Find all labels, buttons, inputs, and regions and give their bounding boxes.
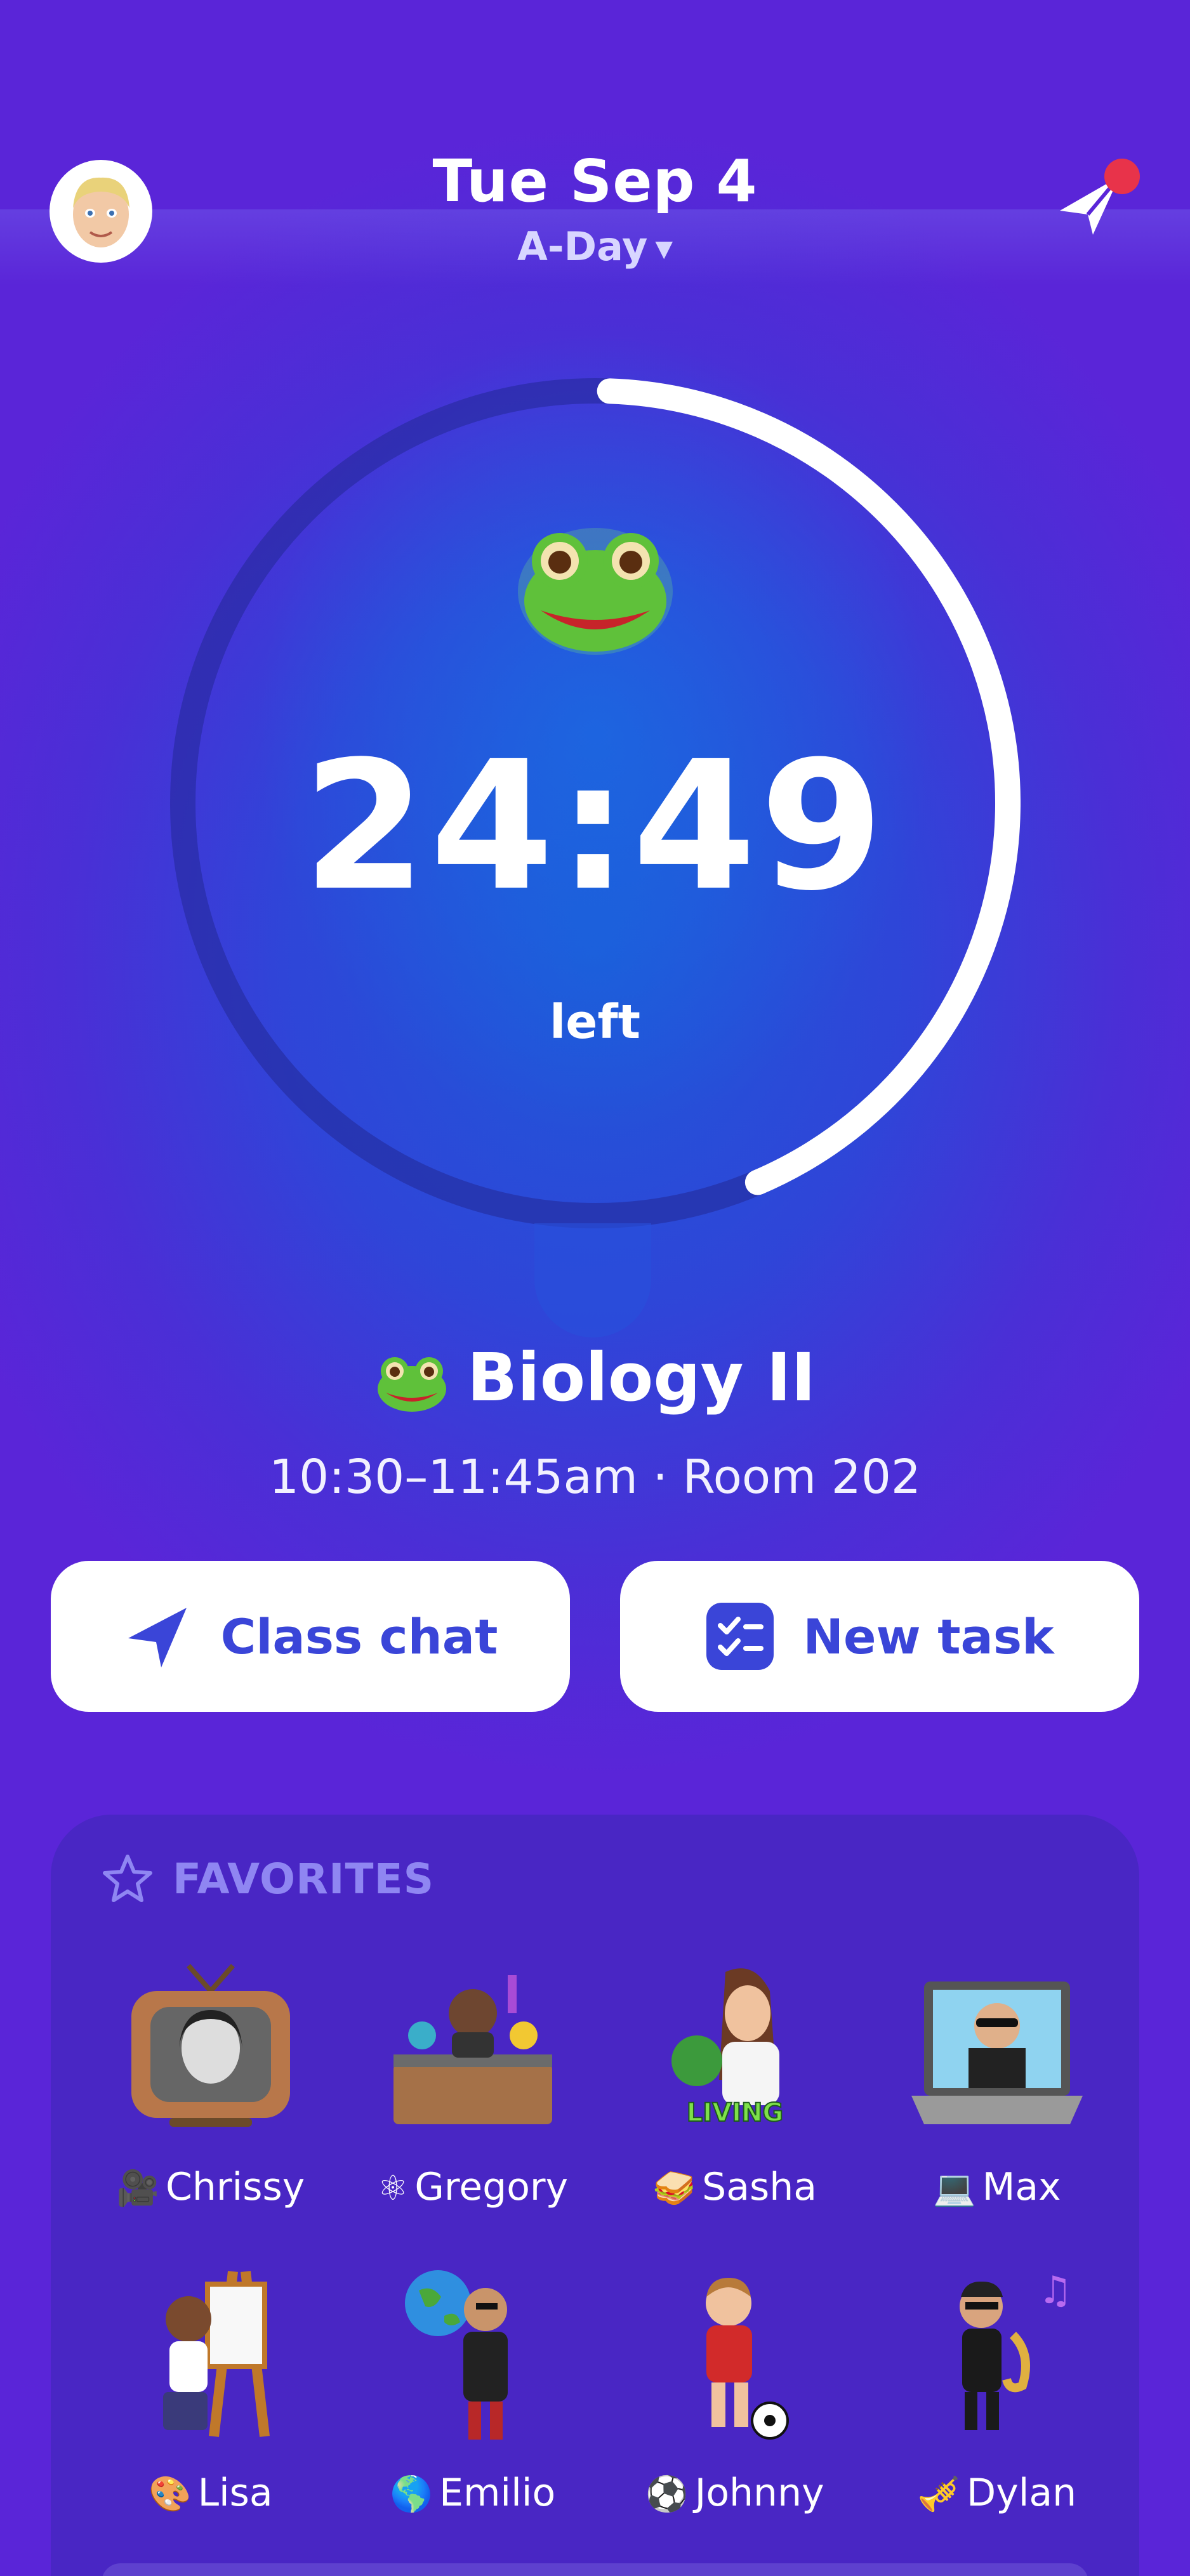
friend-name: 🎺 Dylan (917, 2471, 1077, 2515)
star-icon (103, 1855, 152, 1902)
bitmoji-lab-avatar (393, 1975, 552, 2124)
notification-dot (1104, 159, 1140, 194)
class-chat-label: Class chat (220, 1608, 498, 1665)
svg-text:♫: ♫ (1038, 2268, 1073, 2313)
friend-name: 🥪 Sasha (652, 2165, 817, 2209)
favorite-friend-gregory[interactable]: ⚛ Gregory (346, 1953, 600, 2209)
frog-icon (518, 528, 673, 655)
favorite-friend-chrissy[interactable]: 🎥 Chrissy (84, 1953, 338, 2209)
favorites-panel: FAVORITES 🎥 Chrissy ⚛ Gregory LIVING 🥪 S… (51, 1815, 1139, 2576)
favorite-friend-max[interactable]: 💻 Max (870, 1953, 1124, 2209)
class-title: Biology II (0, 1339, 1190, 1416)
class-name: Biology II (466, 1339, 816, 1416)
favorite-friend-lisa[interactable]: 🎨 Lisa (84, 2259, 338, 2515)
bitmoji-tv-avatar (131, 1964, 290, 2127)
bitmoji-globe-avatar (405, 2270, 508, 2440)
new-task-label: New task (803, 1608, 1054, 1665)
send-arrow-icon (1060, 159, 1140, 235)
timer-remaining: 24:49 (302, 723, 888, 930)
class-chat-button[interactable]: Class chat (51, 1561, 570, 1712)
bitmoji-healthy-living-avatar: LIVING (671, 1968, 784, 2128)
friend-name: 💻 Max (933, 2165, 1061, 2209)
favorites-title: FAVORITES (173, 1854, 435, 1903)
bottom-card-edge (102, 2563, 1088, 2576)
friend-name: 🌎 Emilio (390, 2471, 556, 2515)
favorite-friend-dylan[interactable]: ♫ 🎺 Dylan (870, 2259, 1124, 2515)
favorite-friend-johnny[interactable]: ⚽ Johnny (608, 2259, 862, 2515)
timer-suffix: left (549, 995, 641, 1049)
friend-name: 🎨 Lisa (149, 2471, 273, 2515)
day-type-dropdown[interactable]: A-Day ▼ (0, 223, 1190, 270)
ring-drop-decoration (534, 1223, 651, 1337)
bitmoji-soccer-avatar (706, 2278, 789, 2440)
svg-text:LIVING: LIVING (687, 2098, 784, 2127)
send-arrow-icon (128, 1608, 187, 1667)
caret-down-icon: ▼ (655, 236, 673, 263)
favorites-header: FAVORITES (102, 1854, 434, 1903)
favorite-friend-sasha[interactable]: LIVING 🥪 Sasha (608, 1953, 862, 2209)
bitmoji-laptop-avatar (911, 1981, 1083, 2124)
bitmoji-painter-avatar (163, 2271, 270, 2437)
friend-name: ⚛ Gregory (377, 2165, 569, 2209)
friend-name: ⚽ Johnny (645, 2471, 824, 2515)
frog-icon (377, 1357, 446, 1412)
send-button[interactable] (1051, 156, 1140, 245)
bitmoji-saxophone-avatar: ♫ (960, 2268, 1073, 2430)
date-title: Tue Sep 4 (432, 147, 758, 215)
class-time-room: 10:30–11:45am · Room 202 (268, 1450, 921, 1504)
checklist-icon (706, 1603, 774, 1670)
favorite-friend-emilio[interactable]: 🌎 Emilio (346, 2259, 600, 2515)
day-type-label: A-Day (517, 223, 648, 270)
new-task-button[interactable]: New task (620, 1561, 1139, 1712)
friend-name: 🎥 Chrissy (116, 2165, 305, 2209)
